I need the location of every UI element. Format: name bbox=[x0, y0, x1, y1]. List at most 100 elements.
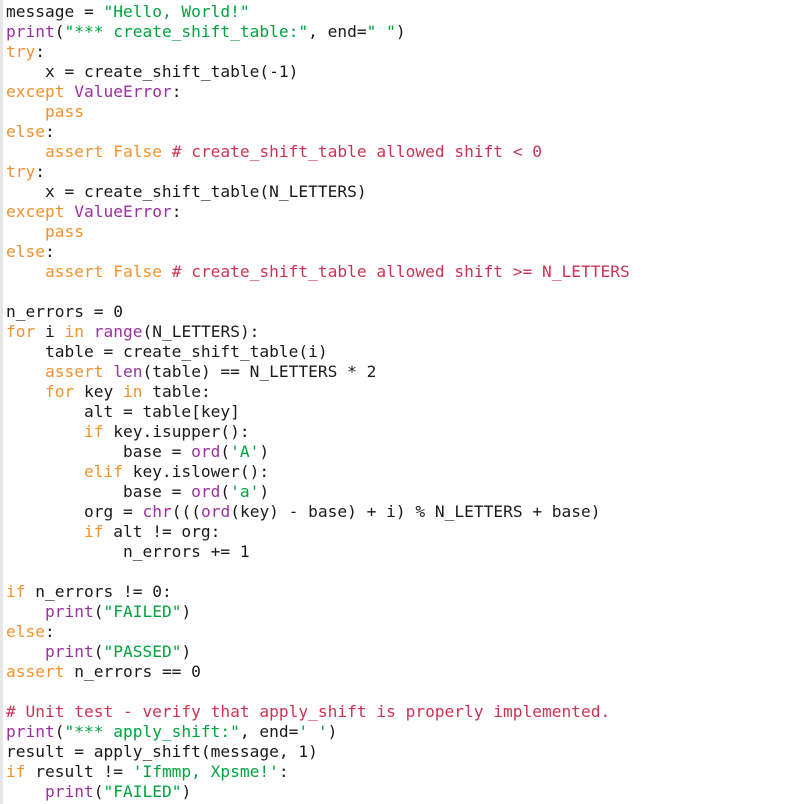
code-token-plain: ( bbox=[93, 782, 104, 801]
code-token-plain: ) bbox=[327, 722, 338, 741]
code-token-plain: (key) - base) + i) % N_LETTERS + base) bbox=[230, 502, 601, 521]
code-text-area[interactable]: message = "Hello, World!" print("*** crea… bbox=[6, 2, 812, 802]
code-token-plain: n_errors == 0 bbox=[64, 662, 201, 681]
code-token-plain: ( bbox=[93, 602, 104, 621]
code-token-plain: ) bbox=[259, 442, 270, 461]
code-token-keyword: if bbox=[6, 582, 26, 601]
code-token-plain: key.isupper(): bbox=[103, 422, 250, 441]
code-token-keyword: elif bbox=[83, 462, 123, 481]
code-token-string: "Hello, World!" bbox=[103, 2, 250, 21]
code-token-builtin: print bbox=[44, 782, 94, 801]
code-token-plain: , end= bbox=[239, 722, 299, 741]
code-line: except ValueError: bbox=[6, 82, 812, 102]
code-token-plain: message = bbox=[6, 2, 104, 21]
code-line: try: bbox=[6, 42, 812, 62]
code-line: result = apply_shift(message, 1) bbox=[6, 742, 812, 762]
code-token-plain: ) bbox=[395, 22, 406, 41]
code-token-builtin: len bbox=[113, 362, 143, 381]
code-line: else: bbox=[6, 242, 812, 262]
code-token-exc: ValueError bbox=[74, 202, 172, 221]
code-token-plain: ) bbox=[181, 642, 192, 661]
code-token-string: "*** create_shift_table:" bbox=[64, 22, 309, 41]
code-line: if alt != org: bbox=[6, 522, 812, 542]
code-line: assert False # create_shift_table allowe… bbox=[6, 262, 812, 282]
code-line: message = "Hello, World!" bbox=[6, 2, 812, 22]
code-line: for key in table: bbox=[6, 382, 812, 402]
code-token-builtin: print bbox=[44, 642, 94, 661]
code-line: assert n_errors == 0 bbox=[6, 662, 812, 682]
code-token-keyword: False bbox=[113, 142, 162, 161]
code-line: x = create_shift_table(N_LETTERS) bbox=[6, 182, 812, 202]
code-token-keyword: else bbox=[6, 242, 45, 261]
code-token-builtin: ord bbox=[191, 482, 221, 501]
code-token-plain: ( bbox=[93, 642, 104, 661]
code-line: # Unit test - verify that apply_shift is… bbox=[6, 702, 812, 722]
code-token-plain: n_errors = 0 bbox=[6, 302, 123, 321]
code-line: elif key.islower(): bbox=[6, 462, 812, 482]
code-token-plain: alt = table[key] bbox=[6, 402, 240, 421]
code-line: print("PASSED") bbox=[6, 642, 812, 662]
code-token-keyword: in bbox=[64, 322, 85, 341]
code-token-keyword: try bbox=[6, 162, 36, 181]
code-token-keyword: else bbox=[6, 122, 45, 141]
code-token-string: "PASSED" bbox=[103, 642, 182, 661]
code-token-plain: ((( bbox=[171, 502, 201, 521]
code-token-keyword: except bbox=[6, 202, 65, 221]
code-line: print("FAILED") bbox=[6, 782, 812, 802]
code-token-plain: : bbox=[171, 82, 182, 101]
code-token-comment: # Unit test - verify that apply_shift is… bbox=[6, 702, 611, 721]
code-line: if key.isupper(): bbox=[6, 422, 812, 442]
code-token-string: "FAILED" bbox=[103, 602, 182, 621]
code-token-keyword: for bbox=[6, 322, 36, 341]
code-token-plain: base = bbox=[6, 442, 192, 461]
code-token-builtin: ord bbox=[191, 442, 221, 461]
code-token-plain: (N_LETTERS): bbox=[142, 322, 260, 341]
code-editor-viewport[interactable]: message = "Hello, World!" print("*** crea… bbox=[0, 0, 812, 804]
code-line: table = create_shift_table(i) bbox=[6, 342, 812, 362]
code-token-keyword: assert bbox=[44, 262, 104, 281]
code-line: print("*** apply_shift:", end=' ') bbox=[6, 722, 812, 742]
code-token-plain: : bbox=[278, 762, 289, 781]
code-token-keyword: if bbox=[6, 762, 26, 781]
code-token-plain: ) bbox=[259, 482, 270, 501]
code-line: alt = table[key] bbox=[6, 402, 812, 422]
code-token-keyword: pass bbox=[44, 222, 84, 241]
code-token-string: 'Ifmmp, Xpsme!' bbox=[132, 762, 279, 781]
code-token-plain: ) bbox=[181, 782, 192, 801]
code-token-string: 'A' bbox=[230, 442, 260, 461]
code-line: print("*** create_shift_table:", end=" "… bbox=[6, 22, 812, 42]
code-token-plain: result = apply_shift(message, 1) bbox=[6, 742, 318, 761]
code-line: org = chr(((ord(key) - base) + i) % N_LE… bbox=[6, 502, 812, 522]
code-line: for i in range(N_LETTERS): bbox=[6, 322, 812, 342]
code-line: base = ord('A') bbox=[6, 442, 812, 462]
code-token-keyword: assert bbox=[6, 662, 65, 681]
code-token-plain: : bbox=[44, 122, 55, 141]
code-token-plain: i bbox=[35, 322, 65, 341]
code-token-keyword: assert bbox=[44, 142, 104, 161]
code-token-plain: (table) == N_LETTERS * 2 bbox=[142, 362, 377, 381]
code-line: try: bbox=[6, 162, 812, 182]
code-line: n_errors += 1 bbox=[6, 542, 812, 562]
code-line: base = ord('a') bbox=[6, 482, 812, 502]
code-token-keyword: if bbox=[83, 422, 104, 441]
code-token-builtin: range bbox=[93, 322, 143, 341]
code-token-plain: ( bbox=[220, 482, 231, 501]
code-line: if result != 'Ifmmp, Xpsme!': bbox=[6, 762, 812, 782]
code-token-string: "*** apply_shift:" bbox=[64, 722, 240, 741]
